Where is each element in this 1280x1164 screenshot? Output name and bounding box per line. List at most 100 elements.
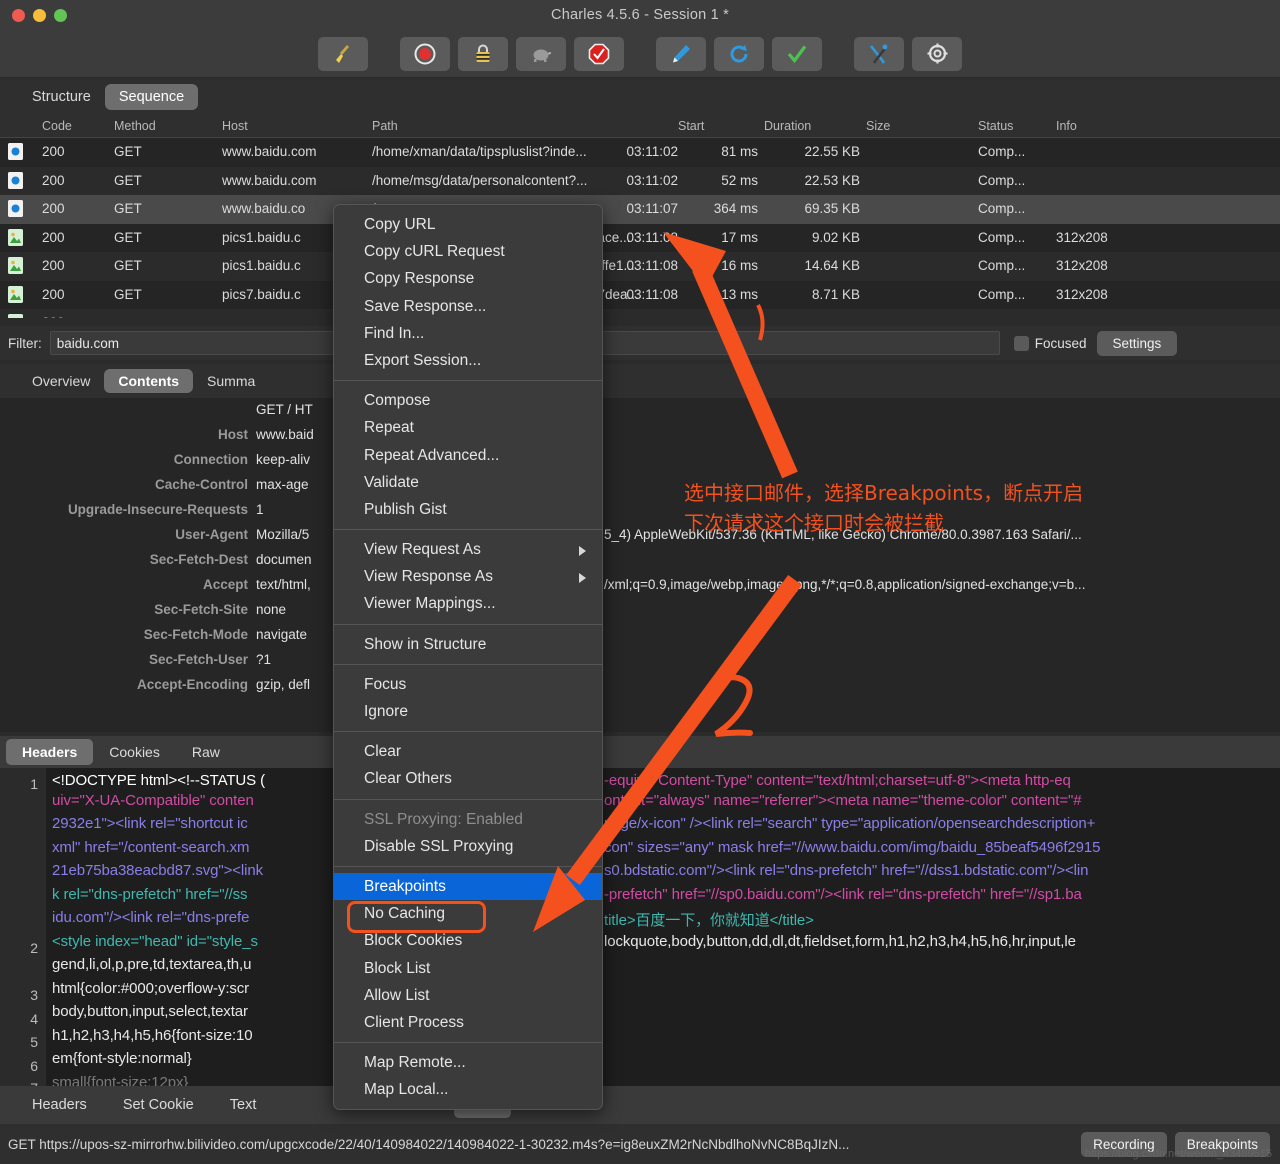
tab-resp-text[interactable]: Text [212,1092,275,1118]
menu-item-repeat[interactable]: Repeat [334,414,602,441]
menu-item-label: View Request As [364,541,481,559]
code-line: uiv="X-UA-Compatible" conten [52,791,254,809]
code-line: xml" href="/content-search.xm [52,838,250,856]
header-row: Upgrade-Insecure-Requests 1 [0,498,1280,523]
cell-status: Comp... [978,258,1026,273]
focused-checkbox[interactable] [1013,335,1029,351]
tab-resp-headers[interactable]: Headers [14,1092,105,1118]
menu-item-clear-others[interactable]: Clear Others [334,765,602,792]
tools-button[interactable] [854,36,904,71]
menu-item-save-response[interactable]: Save Response... [334,293,602,320]
code-line: con" sizes="any" mask href="//www.baidu.… [604,838,1101,856]
filter-settings-button[interactable]: Settings [1096,330,1178,356]
menu-item-copy-response[interactable]: Copy Response [334,265,602,292]
menu-item-validate[interactable]: Validate [334,469,602,496]
code-line: h1,h2,h3,h4,h5,h6{font-size:10 [52,1026,253,1044]
table-row[interactable]: 200 GET pics7.baidu.c 47dea... 03:11:08 … [0,280,1280,309]
menu-item-copy-curl[interactable]: Copy cURL Request [334,238,602,265]
table-row[interactable]: 200 GET www.baidu.com /home/msg/data/per… [0,166,1280,195]
menu-separator [334,663,602,665]
image-icon [8,285,23,303]
header-name: Host [218,427,248,442]
cell-start: 03:11:02 [626,172,678,188]
record-button[interactable] [400,36,450,71]
column-header-info[interactable]: Info [1056,119,1077,133]
refresh-icon [728,43,750,65]
menu-item-focus[interactable]: Focus [334,671,602,698]
column-header-method[interactable]: Method [114,119,156,133]
menu-item-block-list[interactable]: Block List [334,955,602,982]
menu-item-map-local[interactable]: Map Local... [334,1076,602,1103]
code-line: body,button,input,select,textar [52,1003,248,1020]
table-row[interactable]: 200 GET www.baidu.com /home/xman/data/ti… [0,138,1280,167]
header-value-continued: 5_4) AppleWebKit/537.36 (KHTML, like Gec… [604,527,1082,542]
column-header-status[interactable]: Status [978,119,1013,133]
code-line: lockquote,body,button,dd,dl,dt,fieldset,… [604,932,1076,950]
menu-item-map-remote[interactable]: Map Remote... [334,1049,602,1076]
menu-item-no-caching[interactable]: No Caching [334,900,602,927]
cell-method: GET [114,172,142,188]
menu-item-copy-url[interactable]: Copy URL [334,211,602,238]
clear-session-button[interactable] [318,36,368,71]
menu-item-allow-list[interactable]: Allow List [334,982,602,1009]
ssl-proxying-button[interactable] [458,36,508,71]
header-row: Sec-Fetch-Dest documen [0,548,1280,573]
header-name: Accept-Encoding [136,677,248,692]
menu-item-repeat-advanced[interactable]: Repeat Advanced... [334,442,602,469]
menu-item-client-process[interactable]: Client Process [334,1009,602,1036]
column-header-host[interactable]: Host [222,119,248,133]
menu-item-clear[interactable]: Clear [334,738,602,765]
table-row[interactable]: 200 [0,309,1280,318]
tab-resp-set-cookie[interactable]: Set Cookie [105,1092,212,1118]
breakpoints-status-button[interactable]: Breakpoints [1174,1131,1270,1157]
compose-button[interactable] [656,36,706,71]
tab-overview[interactable]: Overview [18,369,104,393]
recording-status-button[interactable]: Recording [1081,1131,1167,1157]
table-row-selected[interactable]: 200 GET www.baidu.co / 03:11:07 364 ms 6… [0,195,1280,224]
line-number: 6 [30,1058,38,1074]
code-line: k rel="dns-prefetch" href="//ss [52,885,248,903]
code-line: ontent="always" name="referrer"><meta na… [604,791,1082,809]
settings-button[interactable] [912,36,962,71]
code-line: title>百度一下，你就知道</title> [604,912,814,929]
breakpoints-button[interactable] [574,36,624,71]
table-row[interactable]: 200 GET pics1.baidu.c f4ffe1... 03:11:08… [0,252,1280,281]
tab-cookies[interactable]: Cookies [93,739,176,765]
menu-item-block-cookies[interactable]: Block Cookies [334,927,602,954]
menu-item-compose[interactable]: Compose [334,387,602,414]
response-code-viewer[interactable]: 1 2 3 4 5 6 7 <!DOCTYPE html><!--STATUS … [0,768,1280,1086]
cell-code: 200 [42,144,65,159]
menu-item-export-session[interactable]: Export Session... [334,347,602,374]
request-table-header: Code Method Host Path Start Duration Siz… [0,116,1280,138]
request-table-body[interactable]: 200 GET www.baidu.com /home/xman/data/ti… [0,138,1280,318]
menu-item-show-in-structure[interactable]: Show in Structure [334,631,602,658]
request-context-menu[interactable]: Copy URL Copy cURL Request Copy Response… [333,204,603,1111]
validate-button[interactable] [772,36,822,71]
column-header-start[interactable]: Start [678,119,704,133]
tab-headers[interactable]: Headers [6,739,94,765]
menu-item-ignore[interactable]: Ignore [334,698,602,725]
tab-sequence[interactable]: Sequence [104,84,199,110]
cell-host: pics1.baidu.c [222,229,301,245]
tab-summary[interactable]: Summa [193,369,269,393]
tab-contents[interactable]: Contents [104,369,194,393]
throttle-button[interactable] [516,36,566,71]
cell-host: www.baidu.co [222,201,306,216]
menu-item-viewer-mappings[interactable]: Viewer Mappings... [334,590,602,617]
tab-structure[interactable]: Structure [18,84,105,110]
menu-item-view-request-as[interactable]: View Request As [334,536,602,563]
tools-icon [868,43,890,65]
column-header-code[interactable]: Code [42,119,72,133]
tab-raw[interactable]: Raw [176,739,236,765]
main-toolbar [0,30,1280,78]
menu-item-view-response-as[interactable]: View Response As [334,563,602,590]
menu-item-disable-ssl-proxying[interactable]: Disable SSL Proxying [334,833,602,860]
column-header-duration[interactable]: Duration [764,119,811,133]
menu-item-find-in[interactable]: Find In... [334,320,602,347]
repeat-button[interactable] [714,36,764,71]
menu-item-publish-gist[interactable]: Publish Gist [334,496,602,523]
column-header-size[interactable]: Size [866,119,890,133]
column-header-path[interactable]: Path [372,119,398,133]
table-row[interactable]: 200 GET pics1.baidu.c eace... 03:11:08 1… [0,223,1280,252]
menu-item-breakpoints[interactable]: Breakpoints [334,872,602,901]
